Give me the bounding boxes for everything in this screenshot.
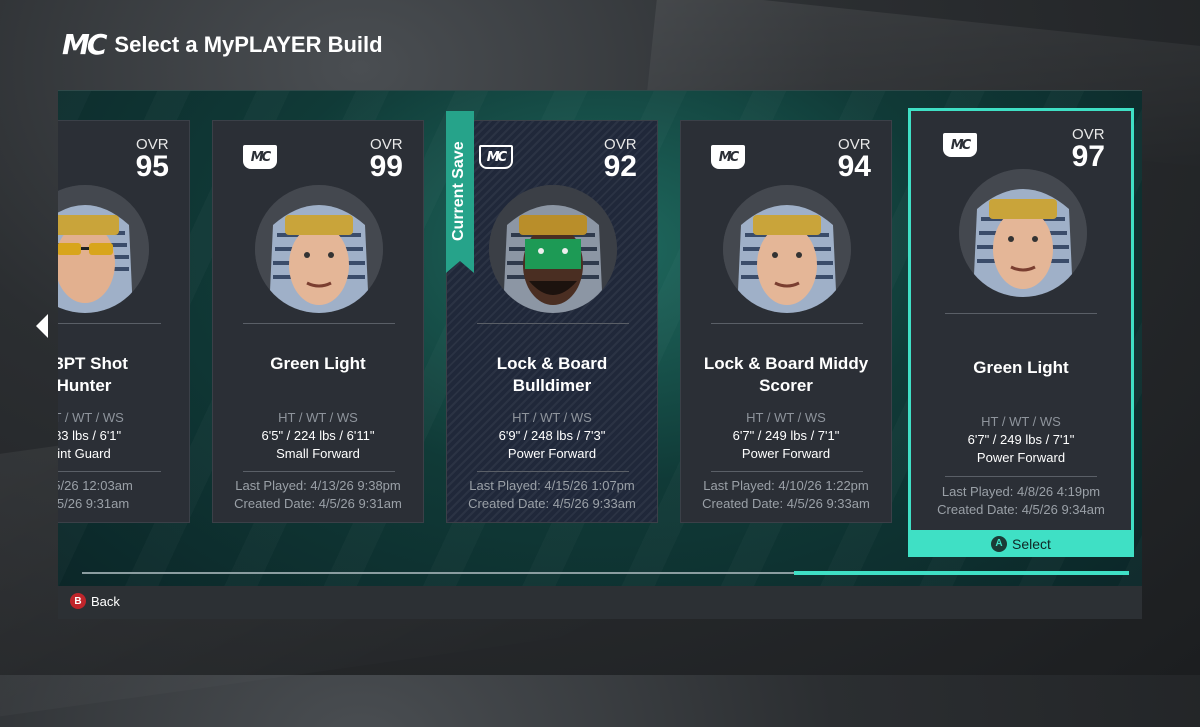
player-portrait bbox=[959, 169, 1087, 297]
build-dates: Last Played: 4/8/26 4:19pm Created Date:… bbox=[937, 484, 1105, 517]
build-card-current[interactable]: Current Save MC OVR 92 Lock & Board Bulld… bbox=[446, 111, 658, 523]
select-label: Select bbox=[1012, 535, 1051, 552]
ovr-rating: OVR 99 bbox=[369, 136, 403, 183]
mc-badge-icon: MC bbox=[243, 145, 277, 169]
build-dates: Last Played: 4/15/26 1:07pm Created Date… bbox=[468, 478, 636, 511]
a-button-icon: A bbox=[991, 535, 1008, 552]
build-measurements: HT / WT / WS 183 lbs / 6'1" int Guard bbox=[58, 410, 124, 461]
select-button[interactable]: A Select bbox=[908, 530, 1134, 557]
bottom-nav-bar: B Back bbox=[58, 586, 1142, 619]
ovr-rating: OVR 95 bbox=[135, 136, 169, 183]
player-portrait bbox=[489, 185, 617, 313]
page-title: Select a MyPLAYER Build bbox=[114, 31, 383, 57]
player-portrait bbox=[723, 185, 851, 313]
carousel-left-arrow-icon[interactable] bbox=[36, 314, 48, 338]
build-measurements: HT / WT / WS 6'7" / 249 lbs / 7'1" Power… bbox=[967, 414, 1075, 465]
build-card[interactable]: MC OVR 94 Lock & Board Middy Scorer HT / … bbox=[680, 120, 892, 523]
mc-badge-icon: MC bbox=[943, 133, 977, 157]
carousel-scroll-thumb[interactable] bbox=[794, 571, 1129, 575]
build-name: Lock & Board Bulldimer bbox=[496, 354, 608, 395]
back-button[interactable]: B Back bbox=[70, 593, 120, 609]
mc-badge-icon: MC bbox=[479, 145, 513, 169]
page-header: MC Select a MyPLAYER Build bbox=[62, 28, 383, 61]
mc-badge-icon: MC bbox=[711, 145, 745, 169]
player-portrait bbox=[255, 185, 383, 313]
build-card[interactable]: OVR 95 y 3PT ShotHunter HT / WT / WS 183… bbox=[58, 120, 190, 523]
carousel-scrollbar[interactable] bbox=[82, 571, 1129, 575]
current-save-ribbon: Current Save bbox=[446, 111, 474, 273]
build-measurements: HT / WT / WS 6'5" / 224 lbs / 6'11" Smal… bbox=[261, 410, 375, 461]
ovr-rating: OVR 97 bbox=[1071, 126, 1105, 173]
build-name: Green Light bbox=[973, 358, 1069, 377]
b-button-icon: B bbox=[70, 593, 86, 609]
build-card-selected[interactable]: MC OVR 97 Green Light HT / WT / WS 6'7" … bbox=[908, 108, 1134, 557]
ovr-rating: OVR 92 bbox=[603, 136, 637, 183]
build-name: Lock & Board Middy Scorer bbox=[703, 354, 869, 395]
build-dates: 4/15/26 12:03am : 4/5/26 9:31am bbox=[58, 478, 133, 511]
build-card[interactable]: MC OVR 99 Green Light HT / WT / WS 6'5" … bbox=[212, 120, 424, 523]
build-name: Green Light bbox=[270, 354, 366, 373]
build-dates: Last Played: 4/10/26 1:22pm Created Date… bbox=[702, 478, 870, 511]
build-measurements: HT / WT / WS 6'7" / 249 lbs / 7'1" Power… bbox=[732, 410, 840, 461]
build-carousel: OVR 95 y 3PT ShotHunter HT / WT / WS 183… bbox=[58, 90, 1142, 570]
back-label: Back bbox=[91, 593, 120, 609]
build-measurements: HT / WT / WS 6'9" / 248 lbs / 7'3" Power… bbox=[498, 410, 606, 461]
build-name: y 3PT ShotHunter bbox=[58, 354, 128, 395]
build-dates: Last Played: 4/13/26 9:38pm Created Date… bbox=[234, 478, 402, 511]
mc-logo-icon: MC bbox=[62, 28, 107, 61]
player-portrait bbox=[58, 185, 149, 313]
ovr-rating: OVR 94 bbox=[837, 136, 871, 183]
